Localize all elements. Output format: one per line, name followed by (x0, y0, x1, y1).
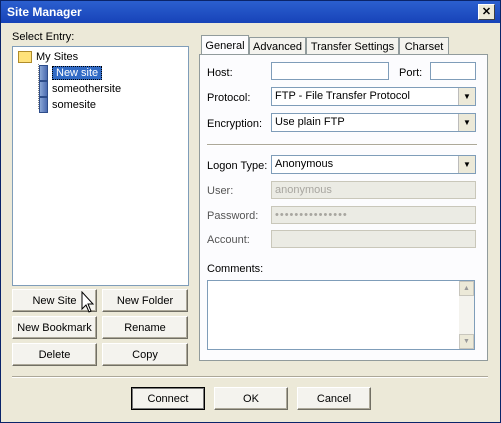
mouse-pointer-icon (81, 291, 95, 313)
protocol-select[interactable]: FTP - File Transfer Protocol ▼ (271, 87, 476, 106)
user-input: anonymous (271, 181, 476, 199)
cancel-button[interactable]: Cancel (297, 387, 371, 410)
account-label: Account: (207, 234, 250, 246)
select-entry-label: Select Entry: (12, 31, 75, 43)
comments-textarea[interactable]: ▲ ▼ (207, 280, 475, 350)
host-input[interactable] (271, 62, 389, 80)
scroll-up-icon[interactable]: ▲ (459, 281, 474, 296)
site-manager-window: Site Manager ✕ Select Entry: My Sites Ne… (0, 0, 501, 423)
tree-item-somesite[interactable]: somesite (39, 97, 96, 113)
footer-divider (12, 376, 488, 378)
tree-item-label: somesite (52, 99, 97, 111)
server-icon (39, 97, 48, 113)
new-folder-button[interactable]: New Folder (102, 289, 188, 312)
chevron-down-icon[interactable]: ▼ (458, 88, 475, 105)
rename-button[interactable]: Rename (102, 316, 188, 339)
password-input: ••••••••••••••• (271, 206, 476, 224)
site-tree[interactable]: My Sites New site someothersite somesite (12, 46, 189, 286)
protocol-value: FTP - File Transfer Protocol (275, 90, 410, 102)
protocol-label: Protocol: (207, 92, 251, 104)
encryption-value: Use plain FTP (275, 116, 345, 128)
ok-button[interactable]: OK (214, 387, 288, 410)
connect-button[interactable]: Connect (131, 387, 205, 410)
new-bookmark-button[interactable]: New Bookmark (12, 316, 97, 339)
server-icon (39, 65, 48, 81)
user-label: User: (207, 185, 234, 197)
host-label: Host: (207, 67, 233, 79)
window-title: Site Manager (7, 5, 82, 19)
folder-icon (18, 51, 32, 63)
logon-type-select[interactable]: Anonymous ▼ (271, 155, 476, 174)
encryption-label: Encryption: (207, 118, 263, 130)
delete-button[interactable]: Delete (12, 343, 97, 366)
chevron-down-icon[interactable]: ▼ (458, 114, 475, 131)
title-bar[interactable]: Site Manager ✕ (1, 1, 500, 23)
tab-advanced[interactable]: Advanced (249, 37, 306, 55)
logon-type-label: Logon Type: (207, 160, 268, 172)
port-input[interactable] (430, 62, 476, 80)
tree-item-someothersite[interactable]: someothersite (39, 81, 121, 97)
tree-item-label: New site (52, 66, 103, 80)
tree-item-new-site[interactable]: New site (39, 65, 103, 81)
close-button[interactable]: ✕ (478, 4, 495, 20)
comments-label: Comments: (207, 263, 264, 275)
tree-root-my-sites[interactable]: My Sites (18, 51, 78, 63)
divider (207, 144, 477, 146)
copy-button[interactable]: Copy (102, 343, 188, 366)
scroll-down-icon[interactable]: ▼ (459, 334, 474, 349)
password-label: Password: (207, 210, 259, 222)
encryption-select[interactable]: Use plain FTP ▼ (271, 113, 476, 132)
chevron-down-icon[interactable]: ▼ (458, 156, 475, 173)
tree-root-label: My Sites (36, 51, 79, 63)
server-icon (39, 81, 48, 97)
tab-general[interactable]: General (201, 35, 249, 55)
account-input (271, 230, 476, 248)
logon-type-value: Anonymous (275, 158, 334, 170)
tree-item-label: someothersite (52, 83, 122, 95)
port-label: Port: (399, 67, 423, 79)
tab-charset[interactable]: Charset (399, 37, 449, 55)
comments-scrollbar[interactable]: ▲ ▼ (459, 281, 474, 349)
tab-transfer-settings[interactable]: Transfer Settings (306, 37, 399, 55)
